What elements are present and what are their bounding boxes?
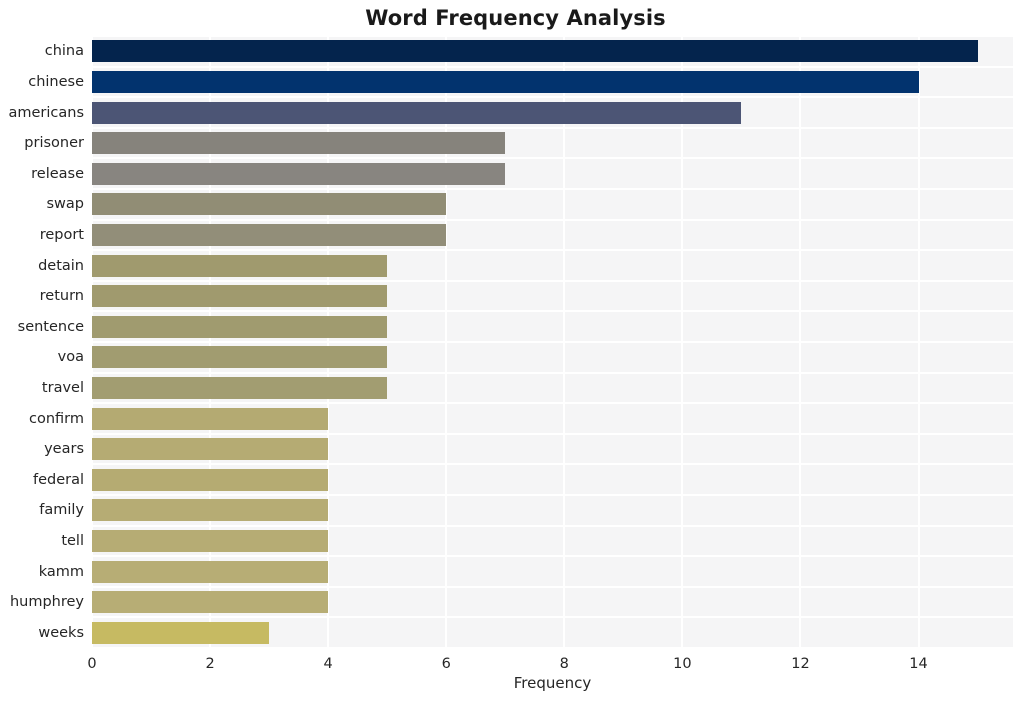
- bar-return[interactable]: [92, 285, 388, 308]
- y-tick-label-tell: tell: [61, 532, 84, 549]
- word-frequency-chart: Word Frequency Analysis china chinese amer…: [0, 0, 1031, 701]
- bar-china[interactable]: [92, 40, 978, 63]
- y-tick-label-humphrey: humphrey: [9, 594, 84, 611]
- gridline-horizontal: [92, 463, 1013, 466]
- y-tick-label-americans: americans: [8, 104, 84, 121]
- x-tick-label-4: 4: [323, 656, 333, 672]
- gridline-horizontal: [92, 65, 1013, 68]
- gridline-horizontal: [92, 555, 1013, 558]
- gridline-horizontal: [92, 341, 1013, 343]
- gridline-horizontal: [92, 616, 1013, 619]
- gridline-horizontal: [92, 218, 1013, 221]
- gridline-horizontal: [92, 36, 1013, 37]
- plot-area: [92, 36, 1013, 648]
- x-tick-label-2: 2: [205, 656, 215, 672]
- y-tick-label-return: return: [39, 288, 84, 305]
- y-tick-label-federal: federal: [32, 471, 84, 488]
- bar-chinese[interactable]: [92, 70, 919, 93]
- y-tick-label-china: china: [44, 43, 84, 60]
- bar-humphrey[interactable]: [92, 591, 329, 614]
- y-tick-label-prisoner: prisoner: [24, 135, 84, 152]
- bar-prisoner[interactable]: [92, 132, 506, 155]
- x-tick-label-0: 0: [87, 656, 97, 672]
- bar-kamm[interactable]: [92, 560, 329, 583]
- gridline-horizontal: [92, 494, 1013, 496]
- y-tick-label-kamm: kamm: [38, 563, 84, 580]
- bar-years[interactable]: [92, 438, 329, 461]
- x-tick-label-8: 8: [559, 656, 569, 672]
- gridline-horizontal: [92, 402, 1013, 405]
- y-tick-label-years: years: [44, 441, 84, 458]
- gridline-horizontal: [92, 585, 1013, 588]
- gridline-horizontal: [92, 524, 1013, 527]
- gridline-horizontal: [92, 371, 1013, 374]
- bar-tell[interactable]: [92, 529, 329, 552]
- bar-detain[interactable]: [92, 254, 388, 277]
- chart-title: Word Frequency Analysis: [365, 6, 666, 30]
- bar-confirm[interactable]: [92, 407, 329, 430]
- gridline-horizontal: [92, 432, 1013, 435]
- x-tick-label-14: 14: [909, 656, 928, 672]
- bar-voa[interactable]: [92, 346, 388, 369]
- gridline-horizontal: [92, 96, 1013, 99]
- bar-swap[interactable]: [92, 193, 447, 216]
- y-tick-label-confirm: confirm: [29, 410, 84, 427]
- gridline-horizontal: [92, 279, 1013, 282]
- gridline-horizontal: [92, 126, 1013, 129]
- x-tick-label-12: 12: [791, 656, 810, 672]
- bar-family[interactable]: [92, 499, 329, 522]
- y-tick-label-detain: detain: [38, 257, 84, 274]
- y-tick-label-travel: travel: [41, 379, 84, 396]
- gridline-horizontal: [92, 188, 1013, 190]
- bar-release[interactable]: [92, 162, 506, 185]
- x-axis-title: Frequency: [513, 674, 592, 692]
- y-tick-label-report: report: [39, 226, 84, 243]
- y-tick-label-voa: voa: [57, 349, 84, 366]
- bar-sentence[interactable]: [92, 315, 388, 338]
- gridline-horizontal: [92, 249, 1013, 252]
- gridline-horizontal: [92, 157, 1013, 160]
- y-axis: china chinese americans prisoner release swap…: [0, 36, 84, 648]
- y-tick-label-family: family: [39, 502, 84, 519]
- y-tick-label-release: release: [31, 165, 84, 182]
- gridline-horizontal: [92, 310, 1013, 313]
- bar-federal[interactable]: [92, 468, 329, 491]
- x-tick-label-6: 6: [441, 656, 451, 672]
- y-tick-label-chinese: chinese: [28, 73, 84, 90]
- bar-travel[interactable]: [92, 376, 388, 399]
- bar-weeks[interactable]: [92, 621, 270, 644]
- x-tick-label-10: 10: [673, 656, 692, 672]
- y-tick-label-swap: swap: [46, 196, 84, 213]
- bar-americans[interactable]: [92, 101, 742, 124]
- y-tick-label-weeks: weeks: [38, 624, 84, 641]
- y-tick-label-sentence: sentence: [17, 318, 84, 335]
- bar-report[interactable]: [92, 223, 447, 246]
